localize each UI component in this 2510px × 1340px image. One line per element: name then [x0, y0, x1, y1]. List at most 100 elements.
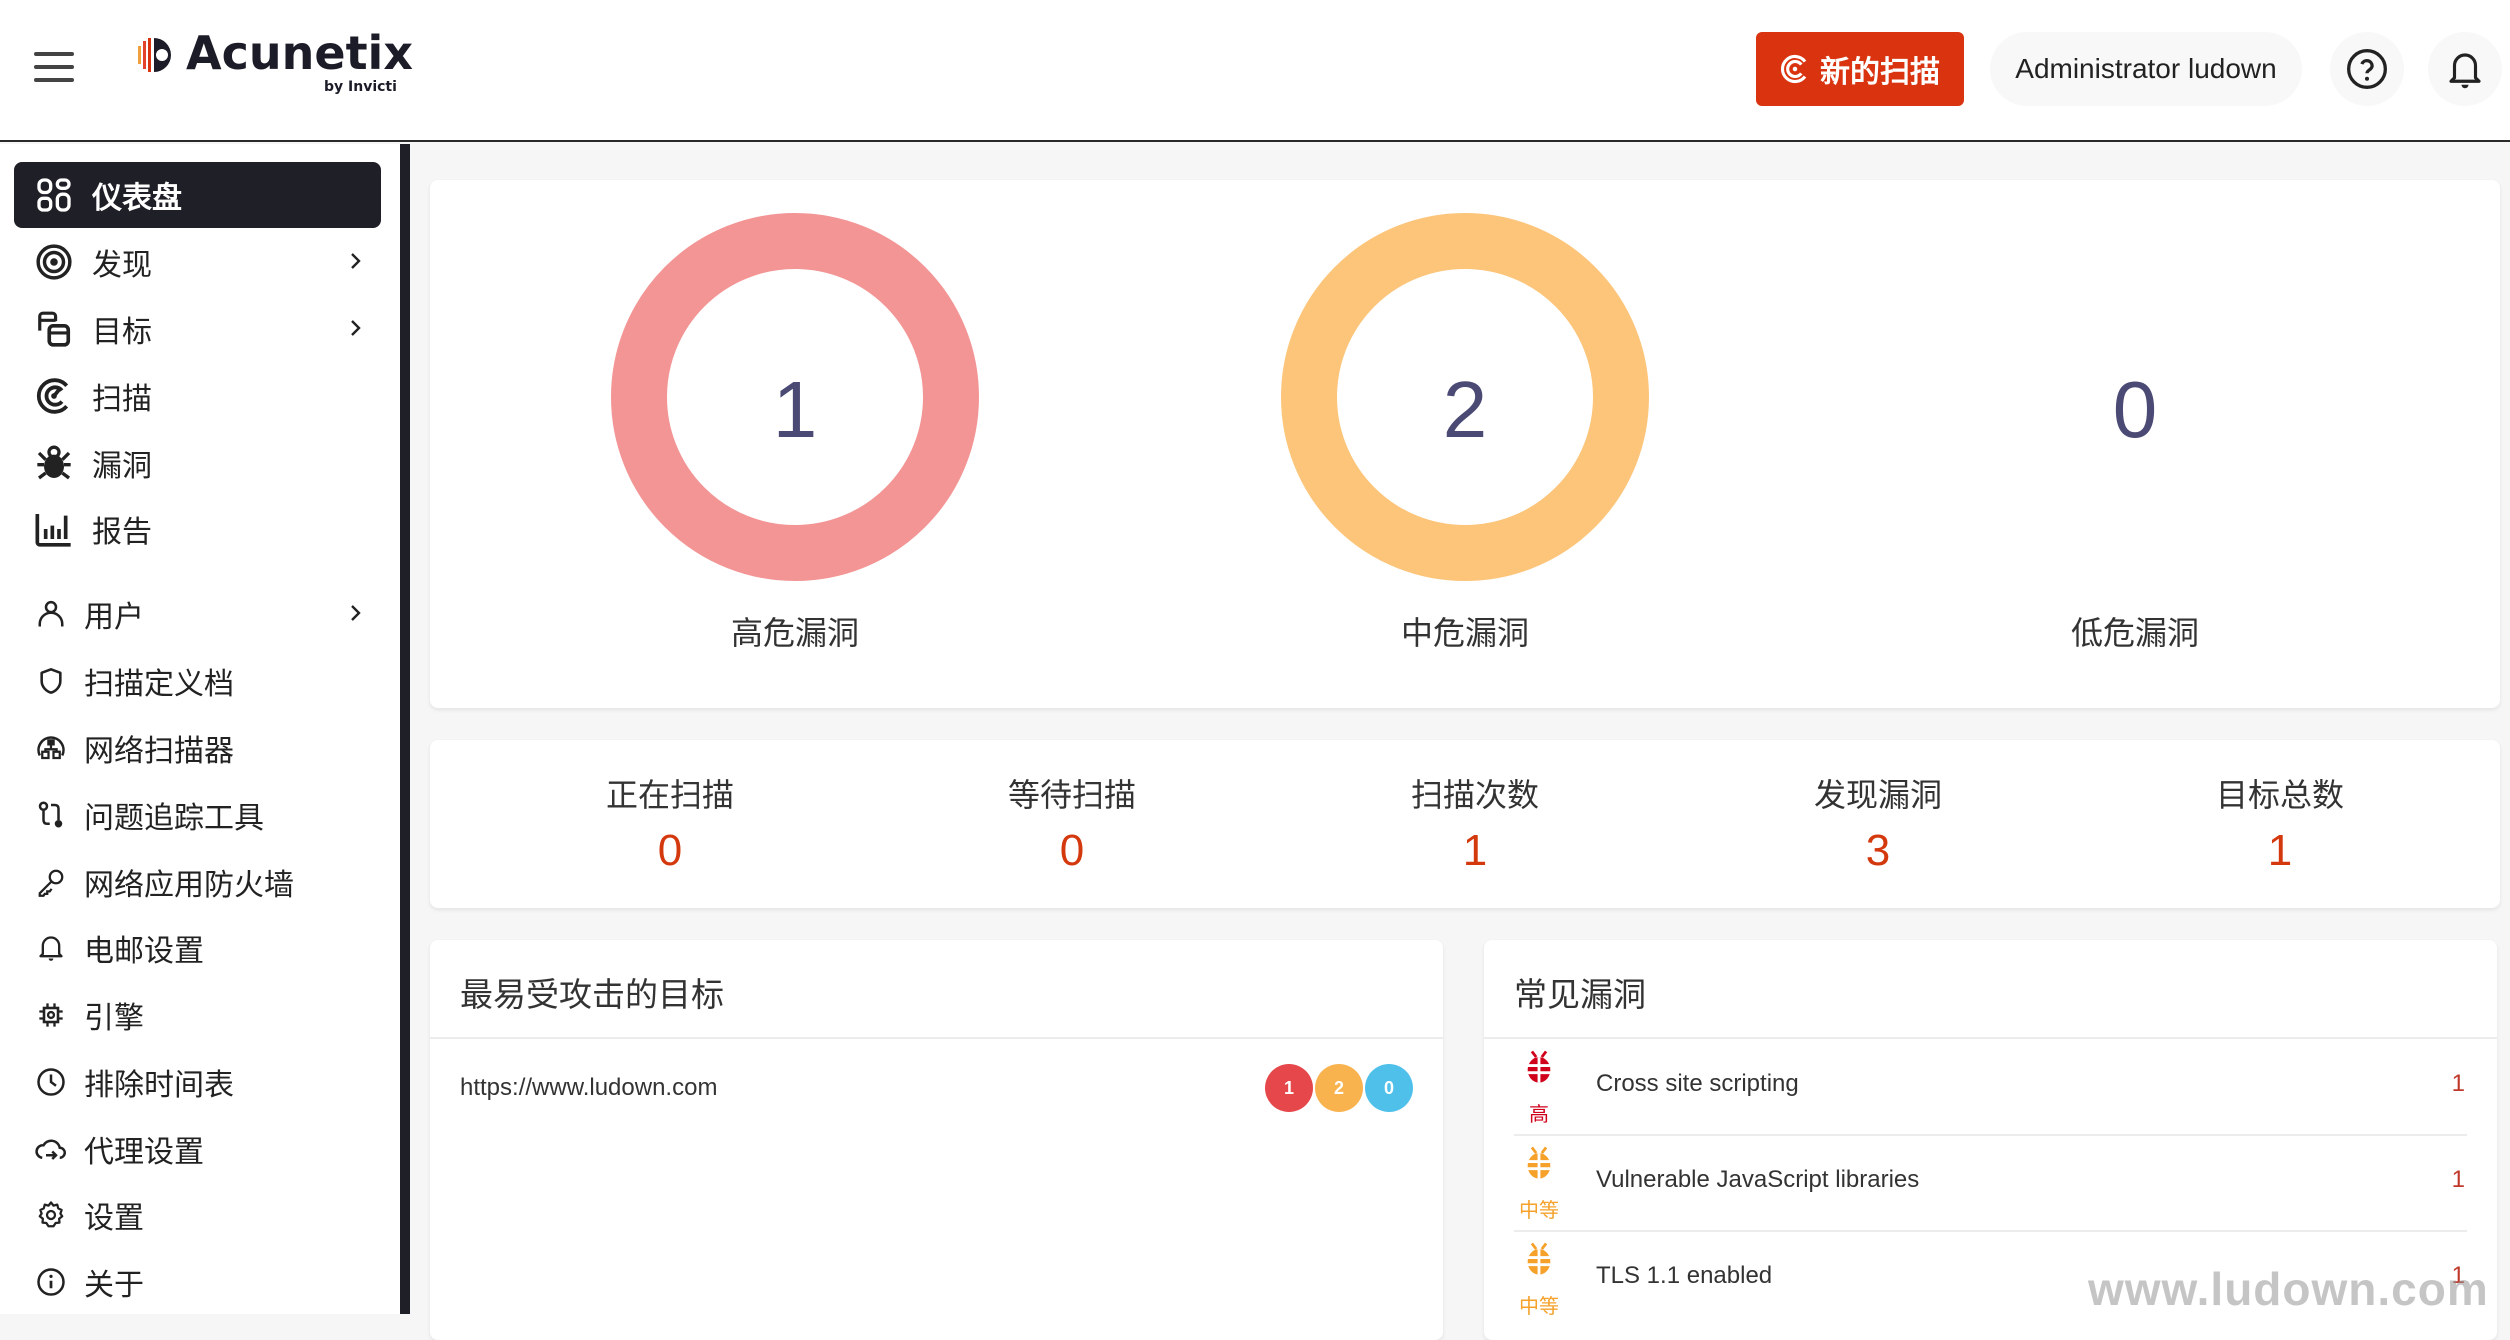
- sidebar-item-excluded-hours[interactable]: 排除时间表: [14, 1049, 381, 1115]
- medium-severity-count: 2: [1442, 365, 1488, 454]
- vuln-row[interactable]: 高 Cross site scripting 1: [1514, 1040, 2467, 1136]
- stat-label: 等待扫描: [1007, 776, 1136, 814]
- sidebar-item-label: 仪表盘: [92, 181, 182, 216]
- scan-icon: [32, 374, 76, 418]
- sidebar-item-label: 网络应用防火墙: [84, 868, 294, 903]
- sidebar-item-vulnerabilities[interactable]: 漏洞: [14, 430, 381, 496]
- new-scan-button[interactable]: 新的扫描: [1756, 32, 1964, 106]
- vuln-name[interactable]: TLS 1.1 enabled: [1596, 1262, 1772, 1290]
- chevron-right-icon: [351, 253, 361, 269]
- help-icon: [2347, 49, 2387, 89]
- sidebar-item-engines[interactable]: 引擎: [14, 982, 381, 1048]
- chevron-right-icon: [351, 320, 361, 336]
- user-menu-button[interactable]: Administrator ludown: [1990, 32, 2302, 106]
- low-count-badge: 0: [1365, 1064, 1413, 1112]
- sidebar-item-label: 扫描定义档: [84, 667, 234, 702]
- high-severity-count: 1: [772, 365, 818, 454]
- high-severity-gauge[interactable]: 1: [605, 210, 985, 581]
- sidebar-item-label: 网络扫描器: [84, 734, 234, 769]
- stat-value: 3: [1865, 826, 1891, 875]
- sidebar-item-label: 代理设置: [84, 1135, 204, 1170]
- severity-bug-icon: [1520, 1240, 1558, 1282]
- logo-mark-icon: [138, 38, 171, 72]
- sidebar-item-label: 发现: [92, 248, 152, 283]
- sidebar-item-proxy-settings[interactable]: 代理设置: [14, 1116, 381, 1182]
- sidebar-item-label: 漏洞: [92, 449, 152, 484]
- vuln-name[interactable]: Cross site scripting: [1596, 1070, 1799, 1098]
- sidebar-item-label: 问题追踪工具: [84, 801, 264, 836]
- sidebar-item-scans[interactable]: 扫描: [14, 363, 381, 429]
- high-count-badge: 1: [1265, 1064, 1313, 1112]
- gear-icon: [32, 1196, 70, 1234]
- vuln-name[interactable]: Vulnerable JavaScript libraries: [1596, 1166, 1919, 1194]
- low-severity-gauge[interactable]: 0: [1945, 210, 2325, 510]
- sidebar-item-reports[interactable]: 报告: [14, 496, 381, 562]
- chip-icon: [32, 996, 70, 1034]
- clock-icon: [32, 1063, 70, 1101]
- sidebar-item-discovery[interactable]: 发现: [14, 229, 381, 295]
- menu-toggle-icon[interactable]: [34, 52, 74, 86]
- bell-icon: [32, 929, 70, 967]
- panel-title: 最易受攻击的目标: [460, 975, 724, 1014]
- vuln-count: 1: [2451, 1166, 2465, 1193]
- sidebar: 仪表盘 发现 目标 扫描 漏洞 报告 用户 扫描定义档 网络扫描器 问题追踪工具: [0, 144, 400, 1314]
- sidebar-item-dashboard[interactable]: 仪表盘: [14, 162, 381, 228]
- sidebar-item-users[interactable]: 用户: [14, 581, 381, 647]
- scan-stats-card: 正在扫描 0 等待扫描 0 扫描次数 1 发现漏洞 3 目标总数 1: [430, 740, 2500, 908]
- stat-total-targets[interactable]: 目标总数 1: [2130, 770, 2430, 876]
- stat-scan-count[interactable]: 扫描次数 1: [1325, 770, 1625, 876]
- key-icon: [32, 863, 70, 901]
- sidebar-item-scan-profiles[interactable]: 扫描定义档: [14, 648, 381, 714]
- sidebar-scrollbar[interactable]: [400, 144, 410, 1314]
- severity-bug-icon: [1520, 1144, 1558, 1186]
- stat-running-scans[interactable]: 正在扫描 0: [520, 770, 820, 876]
- low-severity-count: 0: [2112, 365, 2158, 454]
- sidebar-item-label: 设置: [84, 1201, 144, 1236]
- vuln-count: 1: [2451, 1070, 2465, 1097]
- report-chart-icon: [32, 507, 76, 551]
- sidebar-item-label: 关于: [84, 1268, 144, 1303]
- scan-icon: [1780, 54, 1807, 84]
- sidebar-item-about[interactable]: 关于: [14, 1249, 381, 1315]
- sidebar-item-targets[interactable]: 目标: [14, 296, 381, 362]
- sidebar-item-network-scanner[interactable]: 网络扫描器: [14, 715, 381, 781]
- stat-label: 发现漏洞: [1813, 776, 1942, 814]
- sidebar-item-settings[interactable]: 设置: [14, 1182, 381, 1248]
- notifications-button[interactable]: [2428, 32, 2502, 106]
- cloud-arrow-icon: [32, 1130, 70, 1168]
- target-icon: [32, 240, 76, 284]
- sidebar-item-label: 报告: [92, 515, 152, 550]
- stat-label: 目标总数: [2215, 776, 2344, 814]
- sidebar-item-issue-trackers[interactable]: 问题追踪工具: [14, 782, 381, 848]
- issue-tracker-icon: [32, 796, 70, 834]
- bell-icon: [2449, 53, 2481, 89]
- low-severity-label: 低危漏洞: [2070, 614, 2199, 652]
- medium-severity-gauge[interactable]: 2: [1275, 210, 1655, 581]
- stat-waiting-scans[interactable]: 等待扫描 0: [922, 770, 1222, 876]
- targets-icon: [32, 307, 76, 351]
- sidebar-item-label: 扫描: [92, 382, 152, 417]
- medium-severity-label: 中危漏洞: [1400, 614, 1529, 652]
- stat-value: 0: [657, 826, 683, 875]
- severity-label: 中等: [1519, 1198, 1559, 1222]
- stat-vulns-found[interactable]: 发现漏洞 3: [1728, 770, 2028, 876]
- sidebar-item-waf[interactable]: 网络应用防火墙: [14, 849, 381, 915]
- stat-label: 扫描次数: [1410, 776, 1539, 814]
- logo-subtitle: by Invicti: [324, 79, 397, 95]
- vuln-row[interactable]: 中等 Vulnerable JavaScript libraries 1: [1514, 1136, 2467, 1232]
- bug-icon: [32, 441, 76, 485]
- sidebar-item-email-settings[interactable]: 电邮设置: [14, 915, 381, 981]
- severity-summary-card: 1 高危漏洞 2 中危漏洞 0 低危漏洞: [430, 180, 2500, 708]
- panel-title: 常见漏洞: [1514, 975, 1646, 1014]
- top-header: Acunetix by Invicti 新的扫描 Administrator l…: [0, 0, 2510, 142]
- high-severity-label: 高危漏洞: [730, 614, 859, 652]
- help-button[interactable]: [2330, 32, 2404, 106]
- new-scan-label: 新的扫描: [1820, 55, 1940, 90]
- info-icon: [32, 1263, 70, 1301]
- sidebar-item-label: 排除时间表: [84, 1068, 234, 1103]
- logo-text: Acunetix: [186, 26, 413, 80]
- severity-bug-icon: [1520, 1048, 1558, 1090]
- chevron-right-icon: [351, 605, 361, 621]
- target-url-link[interactable]: https://www.ludown.com: [460, 1074, 717, 1102]
- watermark: www.ludown.com: [2088, 1263, 2489, 1315]
